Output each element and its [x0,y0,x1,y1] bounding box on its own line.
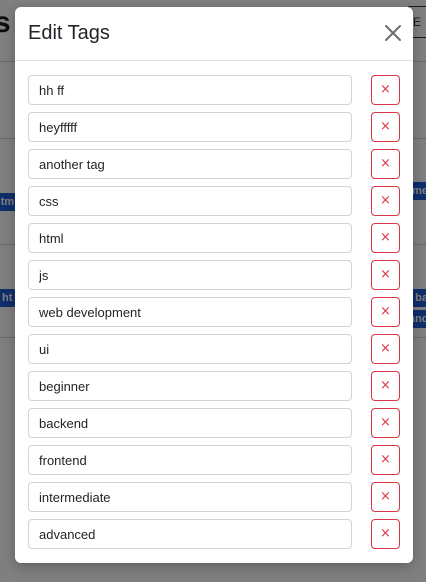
close-button[interactable] [381,21,405,45]
tag-row: × [28,334,400,364]
remove-tag-button[interactable]: × [371,297,400,327]
remove-tag-button[interactable]: × [371,186,400,216]
tag-input[interactable] [28,445,352,475]
tag-row: × [28,75,400,105]
tag-input[interactable] [28,260,352,290]
tag-row: × [28,186,400,216]
modal-header: Edit Tags [15,7,413,61]
tag-input[interactable] [28,334,352,364]
tag-input[interactable] [28,149,352,179]
tag-input[interactable] [28,297,352,327]
remove-tag-button[interactable]: × [371,334,400,364]
tag-row: × [28,408,400,438]
tag-input[interactable] [28,75,352,105]
remove-tag-button[interactable]: × [371,519,400,549]
remove-tag-button[interactable]: × [371,445,400,475]
tag-input[interactable] [28,519,352,549]
remove-tag-button[interactable]: × [371,149,400,179]
tag-input[interactable] [28,186,352,216]
tags-list: × × × × × × × × [15,61,413,549]
remove-tag-button[interactable]: × [371,75,400,105]
remove-tag-button[interactable]: × [371,371,400,401]
remove-tag-button[interactable]: × [371,482,400,512]
tag-row: × [28,297,400,327]
tag-input[interactable] [28,408,352,438]
edit-tags-modal: Edit Tags × × × × × × [15,7,413,563]
tag-row: × [28,112,400,142]
tag-row: × [28,223,400,253]
tag-input[interactable] [28,482,352,512]
remove-tag-button[interactable]: × [371,260,400,290]
tag-row: × [28,371,400,401]
remove-tag-button[interactable]: × [371,112,400,142]
tag-input[interactable] [28,223,352,253]
tag-row: × [28,482,400,512]
remove-tag-button[interactable]: × [371,408,400,438]
tag-input[interactable] [28,371,352,401]
close-icon [385,25,401,41]
tag-row: × [28,519,400,549]
tag-row: × [28,260,400,290]
remove-tag-button[interactable]: × [371,223,400,253]
modal-title: Edit Tags [28,22,110,44]
tag-row: × [28,445,400,475]
tag-row: × [28,149,400,179]
tag-input[interactable] [28,112,352,142]
